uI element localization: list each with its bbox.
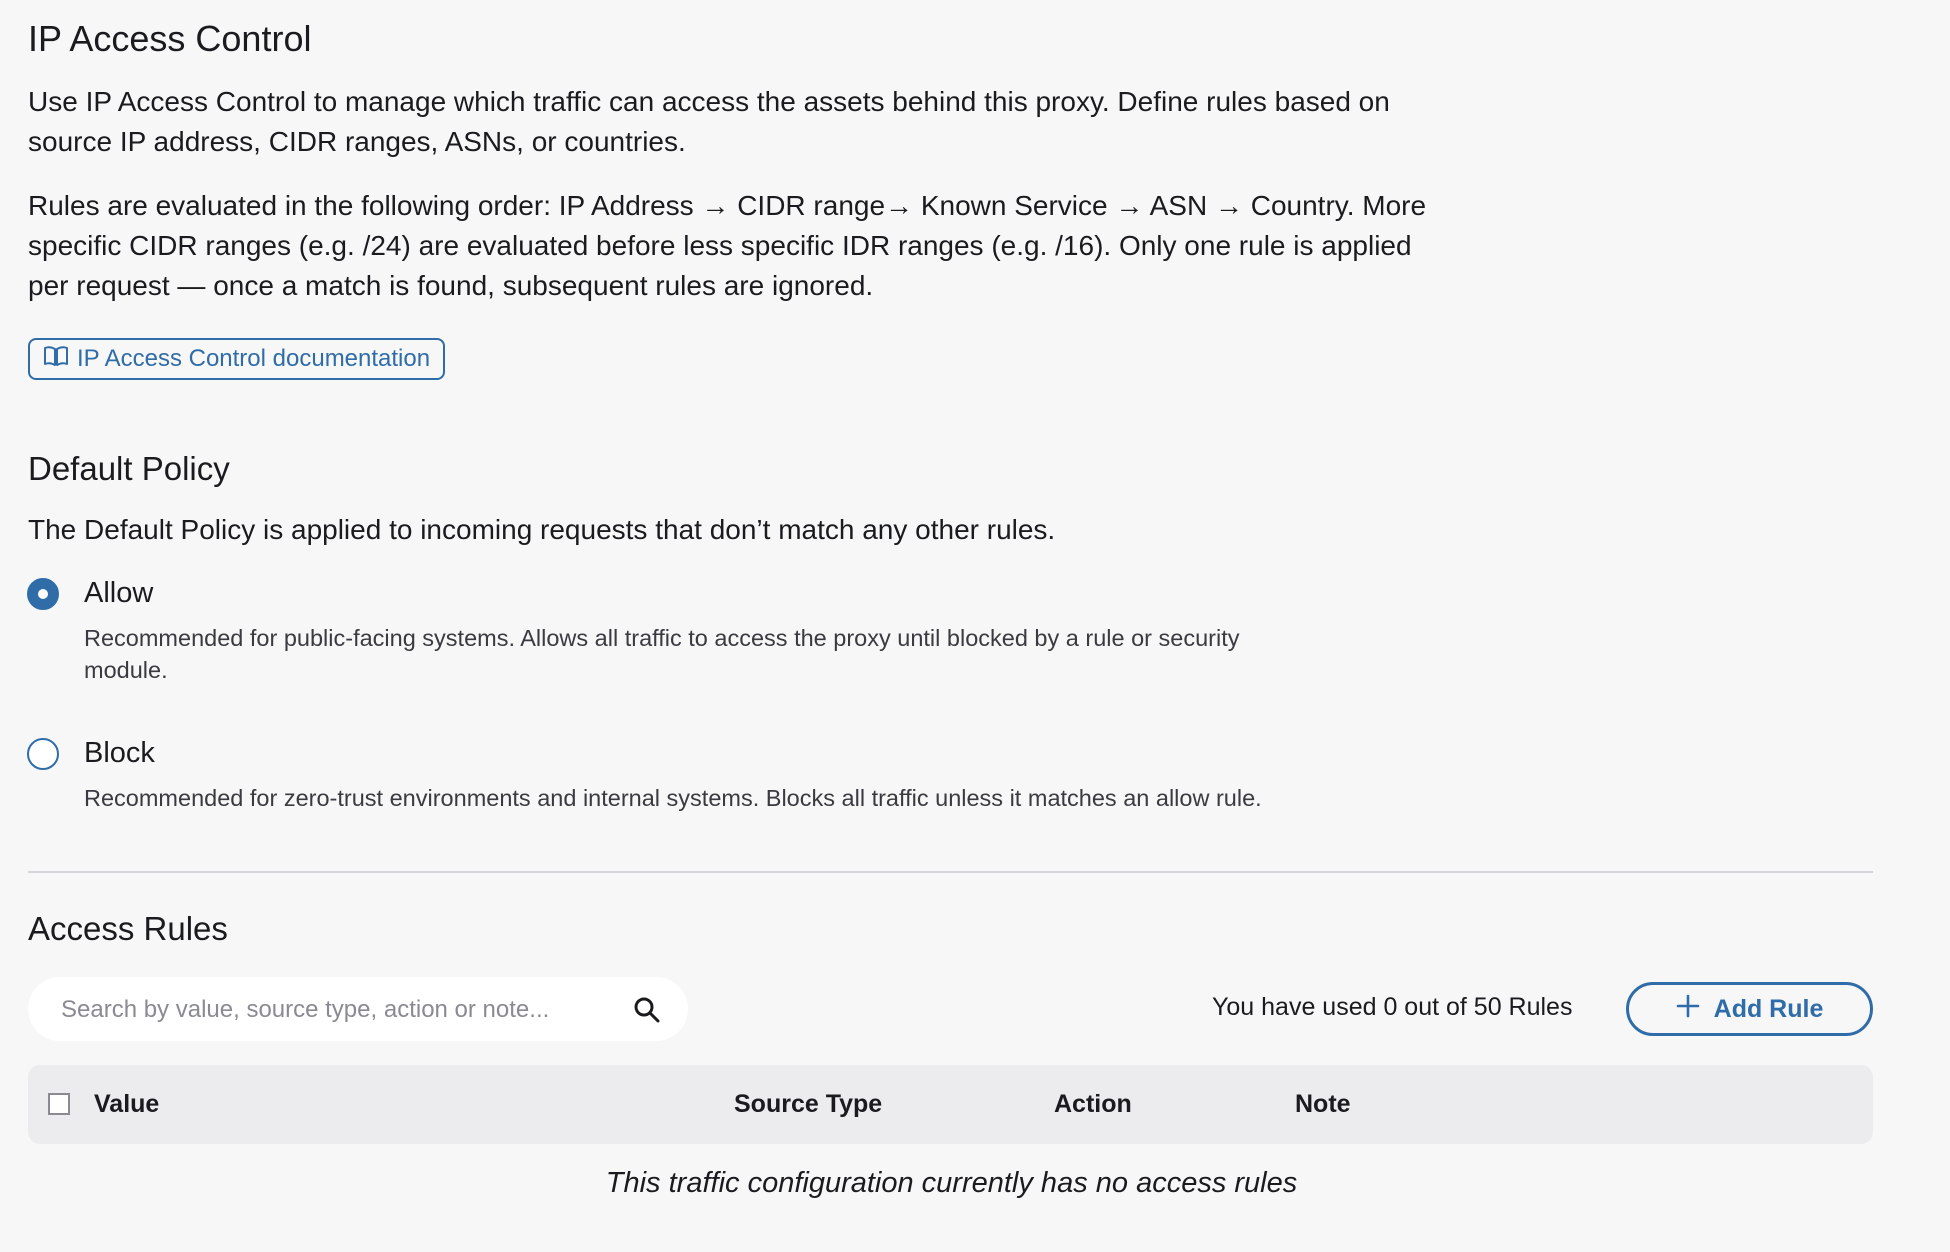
add-rule-button[interactable]: Add Rule — [1626, 982, 1873, 1036]
column-header-value[interactable]: Value — [94, 1090, 159, 1119]
block-description: Recommended for zero-trust environments … — [84, 785, 1262, 811]
select-all-checkbox[interactable] — [48, 1093, 70, 1115]
documentation-link[interactable]: IP Access Control documentation — [28, 338, 446, 380]
ip-access-control-page: IP Access Control Use IP Access Control … — [0, 0, 1950, 1252]
documentation-link-label: IP Access Control documentation — [77, 345, 431, 372]
evaluation-order-text: Rules are evaluated in the following ord… — [28, 190, 1427, 301]
book-icon — [43, 344, 69, 375]
default-policy-title: Default Policy — [28, 450, 230, 487]
plus-icon — [1676, 994, 1700, 1025]
allow-radio[interactable] — [27, 578, 59, 610]
rules-table-header: Value Source Type Action Note — [28, 1065, 1873, 1144]
access-rules-title: Access Rules — [28, 910, 228, 947]
rules-usage-text: You have used 0 out of 50 Rules — [1212, 993, 1573, 1021]
intro-text: Use IP Access Control to manage which tr… — [28, 86, 1390, 157]
search-box — [28, 977, 688, 1043]
allow-label[interactable]: Allow — [84, 577, 153, 610]
section-divider — [28, 871, 1873, 873]
add-rule-label: Add Rule — [1713, 994, 1824, 1023]
column-header-source-type[interactable]: Source Type — [734, 1090, 882, 1119]
default-policy-description: The Default Policy is applied to incomin… — [28, 514, 1056, 545]
page-title: IP Access Control — [28, 18, 312, 59]
column-header-action[interactable]: Action — [1054, 1090, 1132, 1119]
search-icon[interactable] — [633, 996, 661, 1024]
allow-description: Recommended for public-facing systems. A… — [84, 625, 1240, 683]
block-radio[interactable] — [27, 738, 59, 770]
empty-rules-message: This traffic configuration currently has… — [605, 1167, 1298, 1199]
block-label[interactable]: Block — [84, 737, 155, 770]
column-header-note[interactable]: Note — [1295, 1090, 1351, 1119]
search-input[interactable] — [59, 977, 623, 1043]
